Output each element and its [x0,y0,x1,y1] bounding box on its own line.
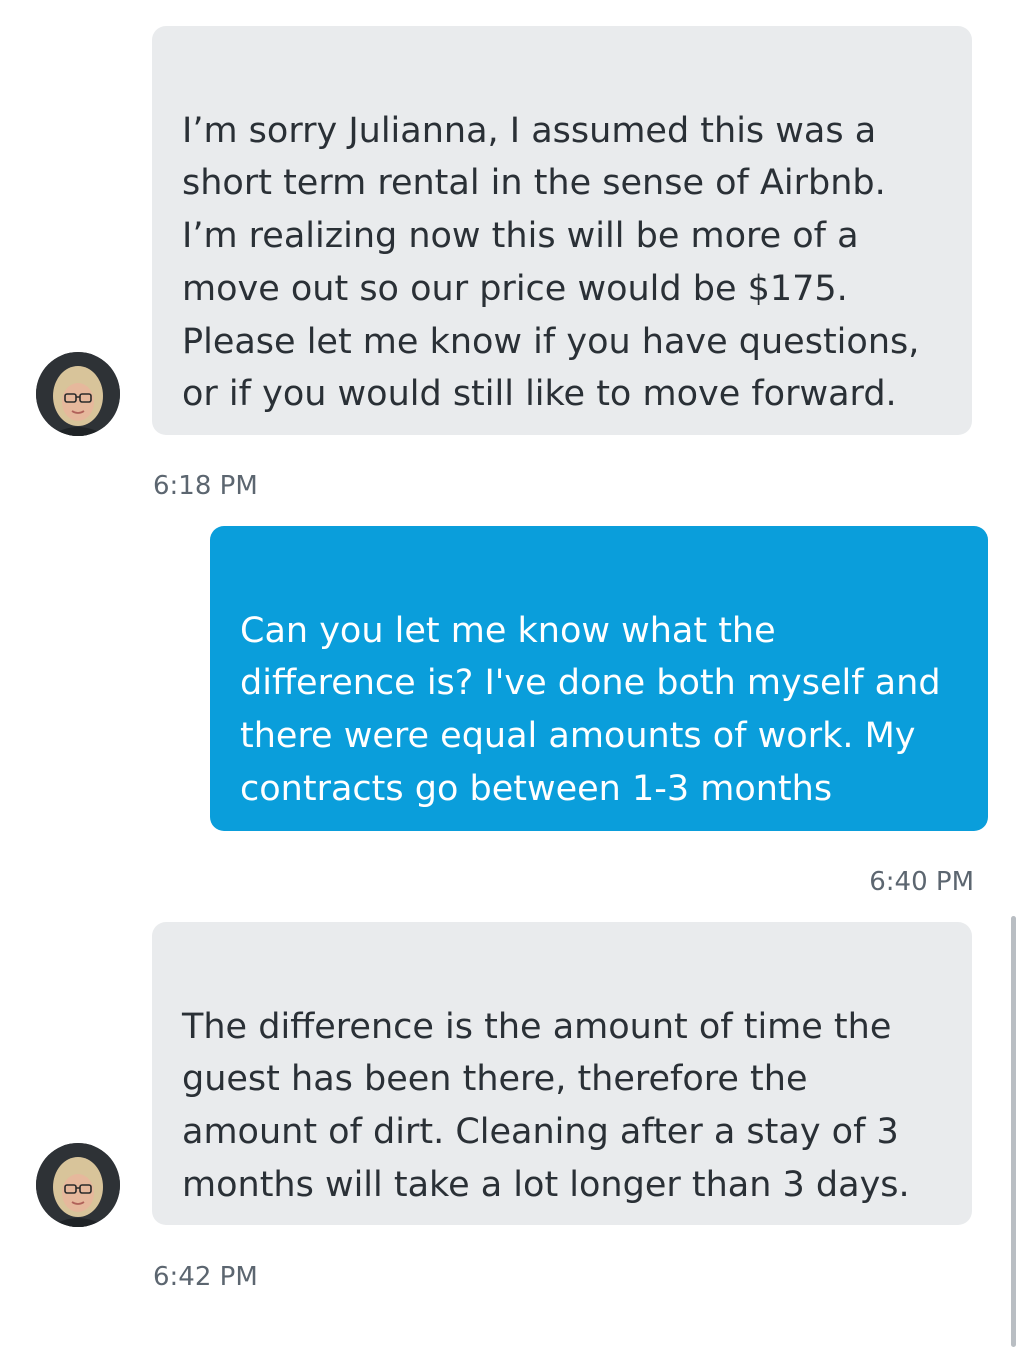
message-timestamp: 6:42 PM [153,1262,258,1292]
message-text: The difference is the amount of time the… [182,1006,910,1205]
contact-avatar[interactable] [36,352,120,436]
message-timestamp: 6:40 PM [869,867,974,897]
message-text: I’m sorry Julianna, I assumed this was a… [182,110,920,415]
message-bubble-incoming[interactable]: The difference is the amount of time the… [152,922,972,1225]
scrollbar[interactable] [1011,916,1016,1347]
conversation-view: I’m sorry Julianna, I assumed this was a… [0,0,1024,1347]
message-timestamp: 6:18 PM [153,471,258,501]
contact-avatar-photo-icon [36,1143,120,1227]
message-text: Can you let me know what the difference … [240,610,941,809]
contact-avatar[interactable] [36,1143,120,1227]
contact-avatar-photo-icon [36,352,120,436]
message-bubble-incoming[interactable]: I’m sorry Julianna, I assumed this was a… [152,26,972,435]
message-bubble-outgoing[interactable]: Can you let me know what the difference … [210,526,988,831]
